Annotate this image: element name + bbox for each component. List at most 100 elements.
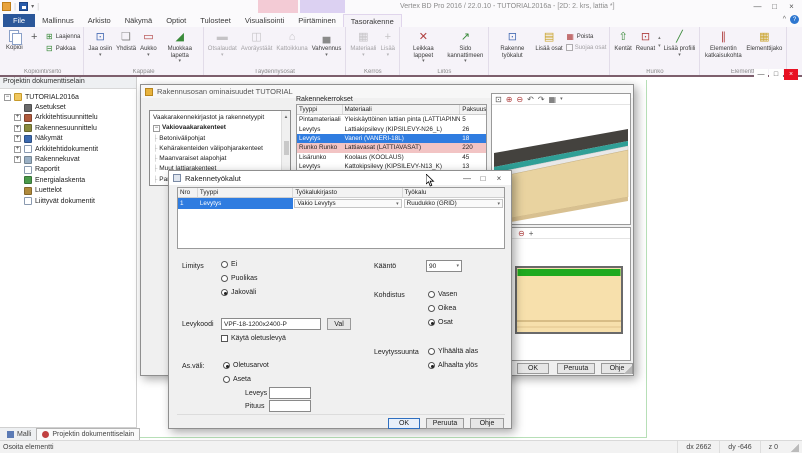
library-root[interactable]: − Vakiovaakarakenteet [153, 123, 280, 133]
rotate-right-icon[interactable]: ↷ [538, 95, 545, 104]
radio-vasen[interactable]: Vasen [428, 291, 457, 298]
fascia-button[interactable]: ▬ Otsalaudat ▾ [207, 29, 238, 59]
add-profile-button[interactable]: ╱ Lisää profiili ▾ [663, 29, 697, 59]
minimize-icon[interactable]: — [749, 0, 766, 13]
material-button[interactable]: ▦ Materiaali ▾ [349, 29, 377, 59]
radio-oikea[interactable]: Oikea [428, 305, 456, 312]
expand-icon[interactable]: + [14, 114, 21, 121]
radio-ylhaalta-alas[interactable]: Ylhäältä alas [428, 348, 478, 355]
sidebar-item-liittyvat-dokumentit[interactable]: Liittyvät dokumentit [0, 196, 136, 206]
scroll-thumb[interactable] [284, 141, 289, 155]
zoom-window-icon[interactable]: ⊡ [495, 95, 502, 104]
protect-parts-checkbox[interactable]: Suojaa osat [566, 44, 607, 51]
sidebar-item-asetukset[interactable]: Asetukset [0, 102, 136, 112]
tool-library-select[interactable]: Vakio Levytys▾ [294, 199, 401, 208]
help-icon[interactable]: ? [790, 15, 799, 24]
close-icon[interactable]: × [783, 0, 800, 13]
table-row[interactable]: Lisärunko Koolaus (KOOLAUS) 45 [297, 153, 486, 162]
qat-dropdown-icon[interactable]: ▾ [31, 3, 34, 10]
column-header[interactable]: Tyyppi [198, 188, 293, 197]
use-default-board-checkbox[interactable]: Käytä oletuslevyä [221, 335, 286, 342]
ok-button[interactable]: OK [517, 363, 549, 374]
radio-puolikas[interactable]: Puolikas [221, 275, 257, 282]
edges-button[interactable]: ⊡ Reunat [635, 29, 656, 54]
close-icon[interactable]: × [491, 172, 507, 184]
collapse-ribbon-icon[interactable]: ^ [783, 16, 786, 23]
tab-visualisointi[interactable]: Visualisointi [238, 14, 291, 27]
doc-minimize-icon[interactable]: — [754, 69, 768, 80]
tab-projektin-dokumenttiselain[interactable]: Projektin dokumenttiselain [36, 428, 140, 440]
view-settings-icon[interactable]: ▦ [549, 95, 557, 104]
expand-icon[interactable]: + [14, 146, 21, 153]
zoom-in-icon[interactable]: ⊕ [506, 95, 513, 104]
restore-icon[interactable]: □ [766, 0, 783, 13]
collapse-icon[interactable]: − [4, 94, 11, 101]
sidebar-item-raportit[interactable]: Raportit [0, 165, 136, 175]
tool-row[interactable]: 1 Levytys Vakio Levytys▾ Ruudukko (GRID)… [178, 198, 504, 209]
cancel-button[interactable]: Peruuta [557, 363, 595, 374]
column-header[interactable]: Tyyppi [297, 105, 343, 114]
column-header[interactable]: Nro [178, 188, 198, 197]
expand-icon[interactable]: + [14, 156, 21, 163]
delete-button[interactable]: ▦ Poista [566, 32, 607, 41]
radio-osat[interactable]: Osat [428, 319, 453, 326]
length-input[interactable] [269, 400, 311, 412]
tab-tasorakenne[interactable]: Tasorakenne [343, 14, 402, 27]
radio-aseta[interactable]: Aseta [223, 376, 251, 383]
radio-alhaalta-ylos[interactable]: Alhaalta ylös [428, 362, 478, 369]
roof-window-button[interactable]: ⌂ Kattoikkuna [275, 29, 308, 54]
zoom-out-icon[interactable]: ⊖ [516, 95, 523, 104]
reinforcement-button[interactable]: ▄ Vahvennus ▾ [311, 29, 343, 59]
scroll-up-icon[interactable]: ▲ [284, 112, 288, 122]
tab-file[interactable]: File [3, 14, 35, 27]
library-item[interactable]: ├Betonivälipohjat [153, 134, 280, 144]
column-header[interactable]: Paksuus [460, 105, 486, 114]
bind-to-support-button[interactable]: ↗ Sido kannattimeen ▾ [445, 29, 485, 66]
element-cut-point-button[interactable]: ∥ Elementin katkaisukohta [703, 29, 743, 60]
doc-close-icon[interactable]: × [784, 69, 798, 80]
expand-icon[interactable]: + [14, 135, 21, 142]
sidebar-item-arkkitehtisuunnittelu[interactable]: + Arkkitehtisuunnittelu [0, 113, 136, 123]
column-header[interactable]: Työkalu [403, 188, 504, 197]
zoom-out-icon[interactable]: ⊖ [518, 229, 525, 238]
table-row-selected[interactable]: Levytys Vaneri (VANERI-18L) 18 [297, 134, 486, 143]
table-row[interactable]: Pintamateriaali Yleiskäyttöinen lattian … [297, 115, 486, 124]
library-item[interactable]: ├Kehärakenteiden välipohjarakenteet [153, 144, 280, 154]
split-parts-button[interactable]: ⊡ Jaa osiin ▾ [87, 29, 113, 59]
open-eaves-button[interactable]: ◫ Avoräystäät [240, 29, 274, 54]
cut-slopes-button[interactable]: ✕ Leikkaa lappeet ▾ [403, 29, 443, 66]
tree-root[interactable]: − TUTORIAL2016a [0, 92, 136, 102]
sidebar-item-energialaskenta[interactable]: Energialaskenta [0, 175, 136, 185]
rotation-select[interactable]: 90▾ [426, 260, 462, 272]
tab-optiot[interactable]: Optiot [159, 14, 193, 27]
minimize-icon[interactable]: — [459, 172, 475, 184]
opening-button[interactable]: ▭ Aukko ▾ [139, 29, 158, 59]
dialog-title-bar[interactable]: Rakennetyökalut — □ × [169, 171, 511, 185]
structure-tools-button[interactable]: ⊡ Rakenne työkalut [492, 29, 532, 60]
tool-select[interactable]: Ruudukko (GRID)▾ [404, 199, 503, 208]
sidebar-item-arkkitehtidokumentit[interactable]: + Arkkitehtidokumentit [0, 144, 136, 154]
sidebar-item-luettelot[interactable]: Luettelot [0, 186, 136, 196]
radio-ei[interactable]: Ei [221, 261, 237, 268]
edit-slope-button[interactable]: ◢ Muokkaa lapetta ▾ [160, 29, 200, 66]
add-parts-button[interactable]: ▤ Lisää osat [534, 29, 563, 54]
sidebar-item-rakennekuvat[interactable]: + Rakennekuvat [0, 154, 136, 164]
element-division-button[interactable]: ▦ Elementtijako [745, 29, 783, 54]
app-logo-icon[interactable] [2, 2, 11, 11]
doc-restore-icon[interactable]: □ [769, 69, 783, 80]
sidebar-item-rakennesuunnittelu[interactable]: + Rakennesuunnittelu [0, 123, 136, 133]
maximize-icon[interactable]: □ [475, 172, 491, 184]
collapse-icon[interactable]: − [153, 125, 160, 132]
expand-icon[interactable]: + [14, 125, 21, 132]
spinner-up-icon[interactable]: ▴ [658, 35, 661, 41]
sidebar-item-nakymat[interactable]: + Näkymät [0, 134, 136, 144]
expand-button[interactable]: ⊞ Laajenna [45, 32, 81, 41]
spinner-down-icon[interactable]: ▾ [658, 43, 661, 49]
radio-oletusarvot[interactable]: Oletusarvot [223, 362, 269, 369]
copy-button[interactable]: Kopioi [5, 29, 24, 53]
resize-grip[interactable] [624, 366, 632, 374]
rotate-left-icon[interactable]: ↶ [527, 95, 534, 104]
tab-tulosteet[interactable]: Tulosteet [193, 14, 238, 27]
table-row[interactable]: Levytys Lattiakipsilevy (KIPSILEVY-N26_L… [297, 124, 486, 133]
radio-jakovali[interactable]: Jakoväli [221, 289, 256, 296]
